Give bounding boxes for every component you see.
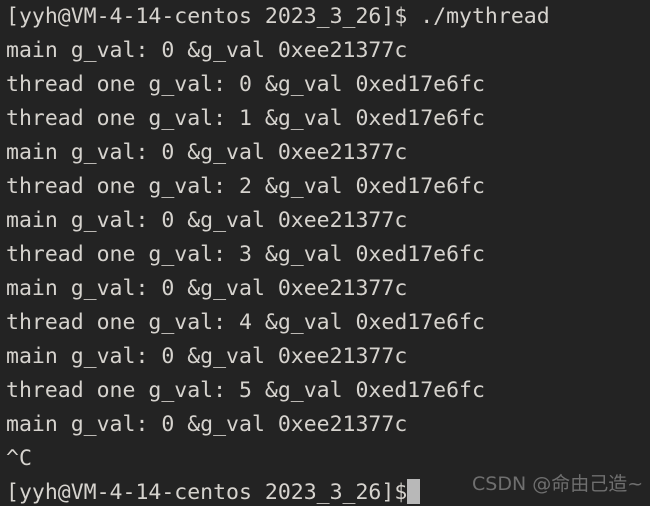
terminal-line: thread one g_val: 0 &g_val 0xed17e6fc [6,72,485,97]
terminal-line: main g_val: 0 &g_val 0xee21377c [6,208,408,233]
terminal-line: thread one g_val: 2 &g_val 0xed17e6fc [6,174,485,199]
terminal-screen[interactable]: [yyh@VM-4-14-centos 2023_3_26]$ ./mythre… [6,0,650,506]
text-cursor [407,479,421,504]
terminal-line-interrupt: ^C [6,446,32,471]
terminal-line: [yyh@VM-4-14-centos 2023_3_26]$ ./mythre… [6,4,550,29]
terminal-line: thread one g_val: 5 &g_val 0xed17e6fc [6,378,485,403]
shell-prompt: [yyh@VM-4-14-centos 2023_3_26]$ [6,480,408,505]
terminal-line: main g_val: 0 &g_val 0xee21377c [6,276,408,301]
terminal-prompt-line[interactable]: [yyh@VM-4-14-centos 2023_3_26]$ [6,476,650,506]
terminal-line: main g_val: 0 &g_val 0xee21377c [6,140,408,165]
terminal-line: thread one g_val: 3 &g_val 0xed17e6fc [6,242,485,267]
terminal-line: main g_val: 0 &g_val 0xee21377c [6,38,408,63]
terminal-window[interactable]: [yyh@VM-4-14-centos 2023_3_26]$ ./mythre… [0,0,650,506]
terminal-line: thread one g_val: 1 &g_val 0xed17e6fc [6,106,485,131]
terminal-line: main g_val: 0 &g_val 0xee21377c [6,344,408,369]
terminal-line: thread one g_val: 4 &g_val 0xed17e6fc [6,310,485,335]
terminal-line: main g_val: 0 &g_val 0xee21377c [6,412,408,437]
